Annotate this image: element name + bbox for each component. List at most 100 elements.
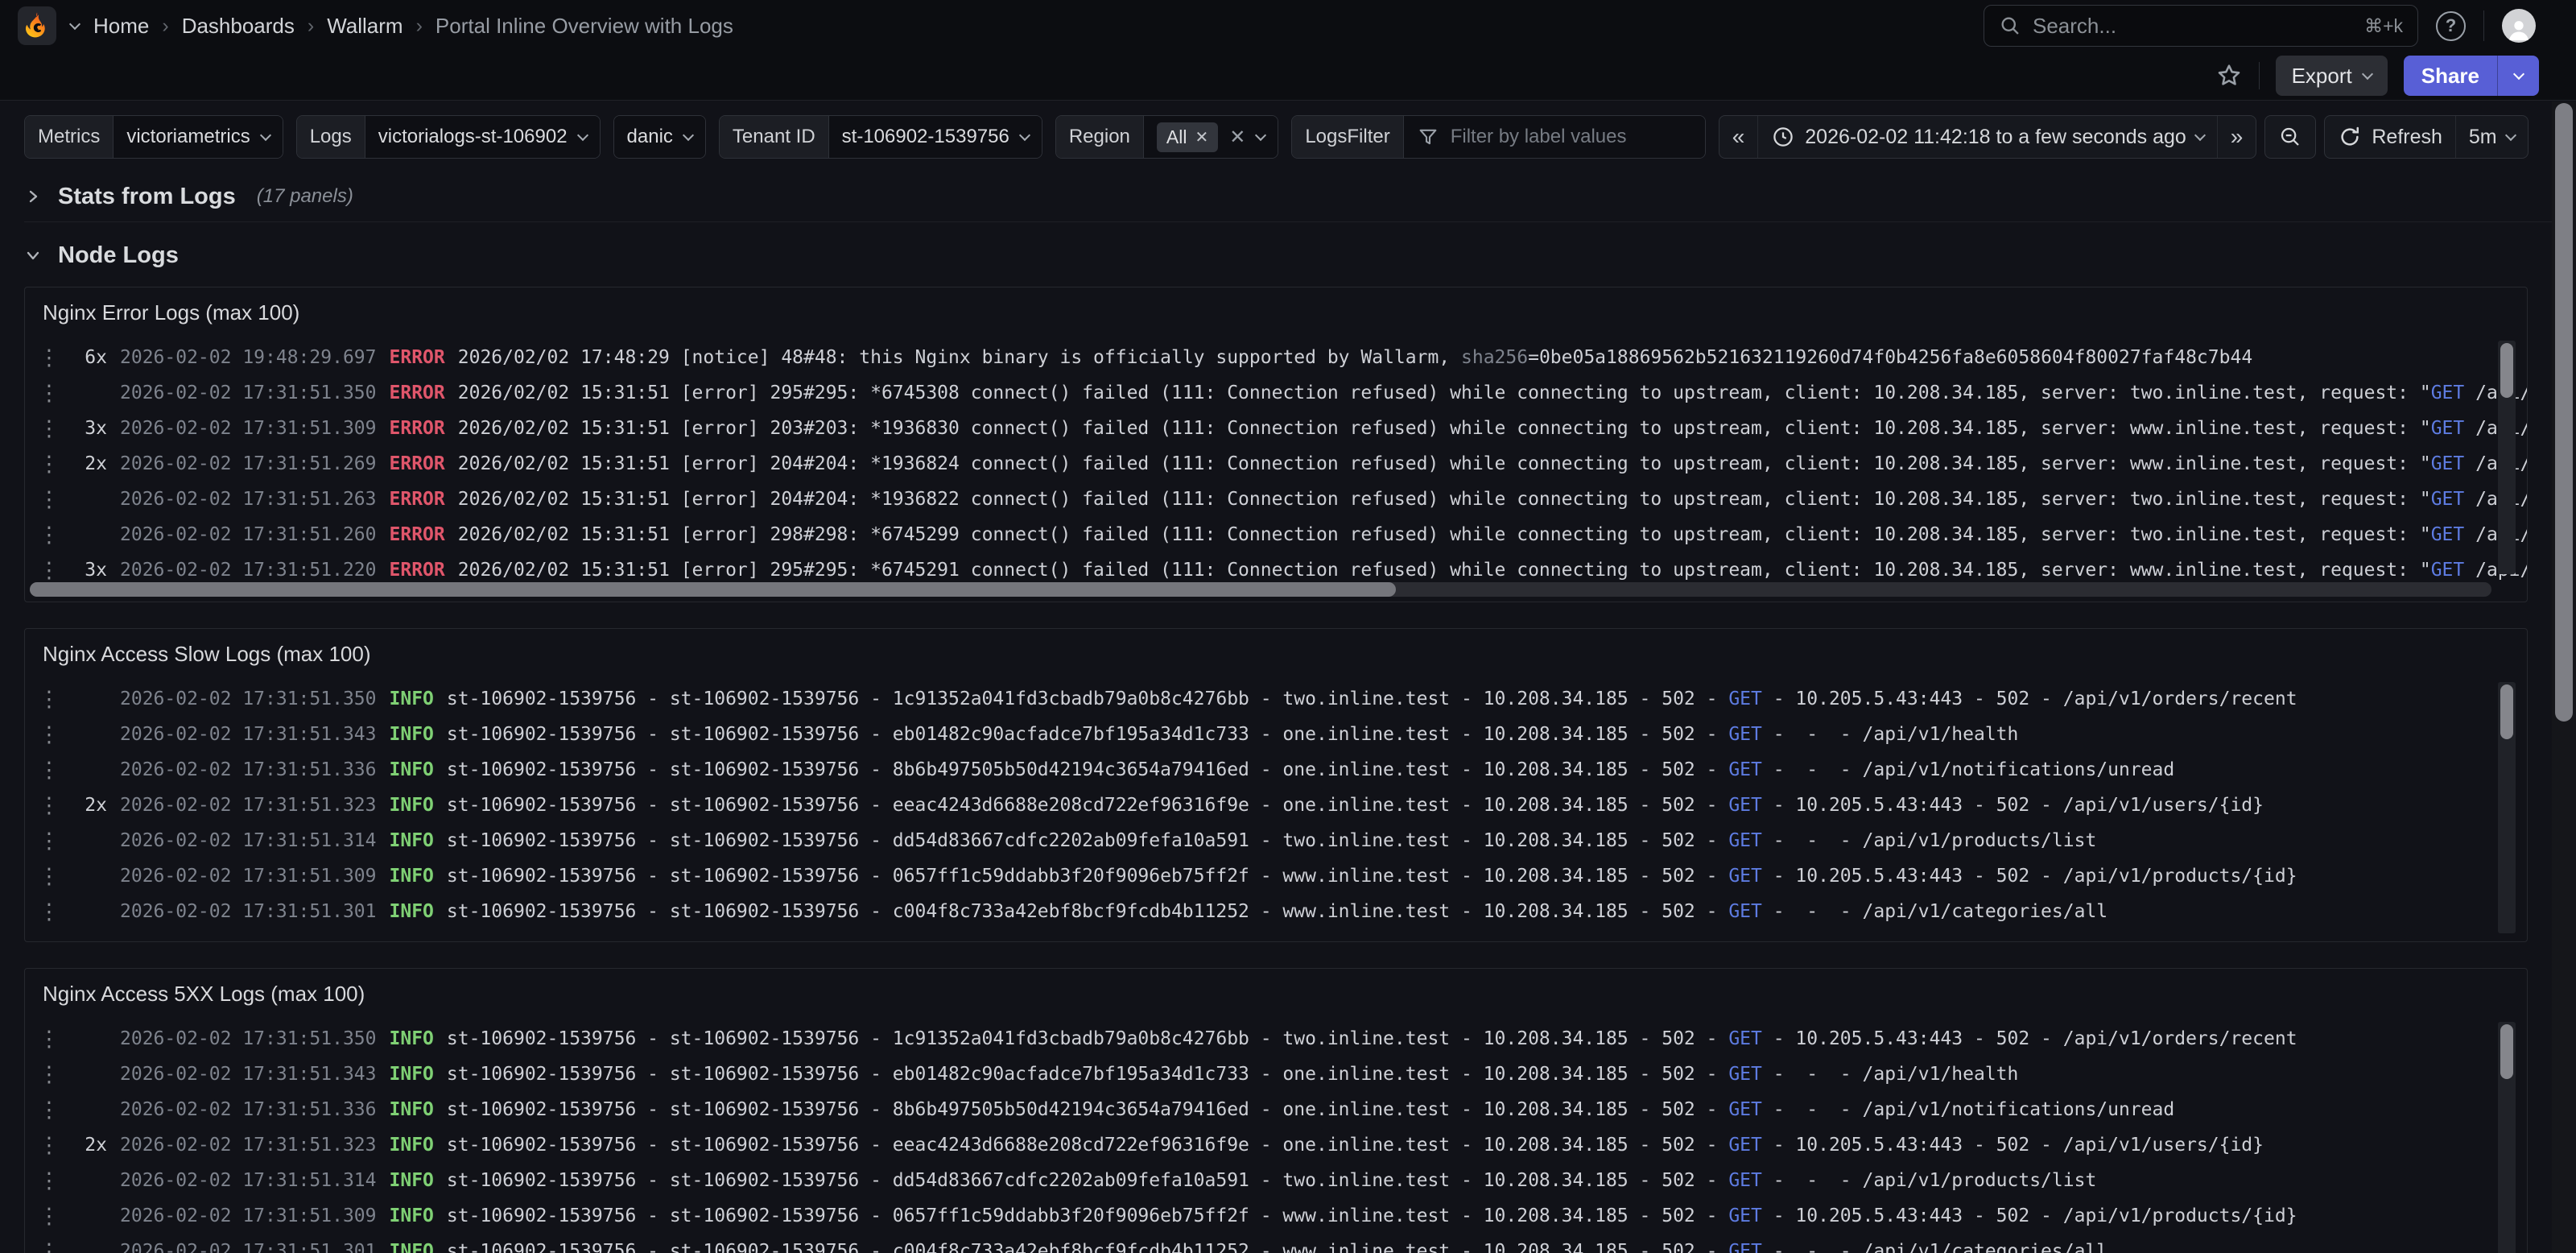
row-menu-kebab-icon[interactable]: ⋮ — [31, 1168, 67, 1193]
breadcrumb-dashboards[interactable]: Dashboards — [182, 14, 295, 39]
share-dropdown-button[interactable] — [2497, 56, 2539, 96]
tenant-id-select[interactable]: st-106902-1539756 — [829, 116, 1042, 158]
row-menu-kebab-icon[interactable]: ⋮ — [31, 381, 67, 406]
grafana-logo-button[interactable] — [18, 6, 56, 45]
row-menu-kebab-icon[interactable]: ⋮ — [31, 687, 67, 712]
row-menu-kebab-icon[interactable]: ⋮ — [31, 1062, 67, 1087]
log-level: INFO — [390, 689, 434, 709]
log-message: st-106902-1539756 - st-106902-1539756 - … — [447, 795, 2527, 816]
row-menu-kebab-icon[interactable]: ⋮ — [31, 558, 67, 583]
time-range-text: 2026-02-02 11:42:18 to a few seconds ago — [1805, 126, 2186, 149]
log-row: ⋮2x2026-02-02 17:31:51.269ERROR2026/02/0… — [31, 446, 2527, 482]
export-label: Export — [2292, 64, 2352, 89]
time-zoom-out-button[interactable] — [2265, 116, 2315, 158]
logo-chevron-down-icon[interactable] — [69, 18, 80, 29]
row-menu-kebab-icon[interactable]: ⋮ — [31, 1239, 67, 1253]
dedup-count: 3x — [67, 418, 120, 439]
breadcrumb-current-dashboard: Portal Inline Overview with Logs — [436, 14, 733, 39]
log-message-segment: 2026/02/02 15:31:51 [error] 204#204: *19… — [458, 489, 2431, 510]
panel-title[interactable]: Nginx Access 5XX Logs (max 100) — [25, 969, 382, 1011]
row-menu-kebab-icon[interactable]: ⋮ — [31, 1204, 67, 1229]
scrollbar-thumb[interactable] — [2500, 343, 2513, 398]
time-shift-back-button[interactable]: « — [1719, 116, 1758, 158]
breadcrumb-home[interactable]: Home — [93, 14, 149, 39]
row-menu-kebab-icon[interactable]: ⋮ — [31, 829, 67, 854]
log-message-segment: - 10.205.5.43:443 - 502 - /api/v1/orders… — [1762, 689, 2297, 709]
row-menu-kebab-icon[interactable]: ⋮ — [31, 1027, 67, 1052]
node-select[interactable]: danic — [614, 116, 705, 158]
refresh-interval-select[interactable]: 5m — [2455, 116, 2528, 158]
log-message: st-106902-1539756 - st-106902-1539756 - … — [447, 1099, 2527, 1120]
row-menu-kebab-icon[interactable]: ⋮ — [31, 793, 67, 818]
log-timestamp: 2026-02-02 17:31:51.301 — [120, 901, 377, 922]
log-message-segment: GET — [1728, 724, 1762, 745]
time-shift-forward-button[interactable]: » — [2217, 116, 2256, 158]
logs-select[interactable]: victorialogs-st-106902 — [365, 116, 600, 158]
row-menu-kebab-icon[interactable]: ⋮ — [31, 1133, 67, 1158]
share-split-button: Share — [2404, 56, 2539, 96]
log-message-segment: 2026/02/02 15:31:51 [error] 203#203: *19… — [458, 418, 2431, 439]
dedup-count: 2x — [67, 1135, 120, 1156]
row-menu-kebab-icon[interactable]: ⋮ — [31, 722, 67, 747]
user-avatar[interactable] — [2502, 9, 2536, 43]
breadcrumb-separator: › — [162, 14, 168, 38]
chevron-down-icon — [576, 129, 588, 140]
row-menu-kebab-icon[interactable]: ⋮ — [31, 758, 67, 783]
page-scrollbar-thumb[interactable] — [2555, 103, 2573, 722]
time-range-picker[interactable]: 2026-02-02 11:42:18 to a few seconds ago — [1757, 116, 2217, 158]
region-chip-all[interactable]: All ✕ — [1157, 122, 1218, 152]
logs-filter-label: LogsFilter — [1292, 116, 1403, 158]
region-clear-icon[interactable]: ✕ — [1229, 126, 1245, 149]
star-icon — [2215, 62, 2243, 89]
node-variable: danic — [613, 115, 706, 159]
favorite-star-button[interactable] — [2215, 62, 2243, 89]
row-node-logs[interactable]: Node Logs — [24, 237, 2552, 274]
log-message: st-106902-1539756 - st-106902-1539756 - … — [447, 866, 2527, 887]
breadcrumb-separator: › — [416, 14, 423, 38]
share-button[interactable]: Share — [2404, 56, 2497, 96]
chevron-down-icon — [683, 129, 694, 140]
log-level: ERROR — [390, 347, 445, 368]
row-menu-kebab-icon[interactable]: ⋮ — [31, 1098, 67, 1123]
panel-title[interactable]: Nginx Access Slow Logs (max 100) — [25, 629, 389, 672]
grafana-flame-icon — [23, 11, 52, 40]
row-menu-kebab-icon[interactable]: ⋮ — [31, 864, 67, 889]
scrollbar-thumb[interactable] — [2500, 684, 2513, 739]
log-message-segment: st-106902-1539756 - st-106902-1539756 - … — [447, 795, 1728, 816]
tenant-id-label: Tenant ID — [720, 116, 829, 158]
log-timestamp: 2026-02-02 17:31:51.343 — [120, 1064, 377, 1085]
refresh-button[interactable]: Refresh — [2325, 116, 2455, 158]
log-row: ⋮2026-02-02 17:31:51.301INFOst-106902-15… — [31, 894, 2527, 929]
log-row: ⋮2026-02-02 17:31:51.301INFOst-106902-15… — [31, 1234, 2527, 1253]
row-menu-kebab-icon[interactable]: ⋮ — [31, 523, 67, 548]
region-select[interactable]: All ✕ ✕ — [1144, 116, 1278, 158]
log-level: INFO — [390, 1028, 434, 1049]
log-message-segment: /api/ — [2464, 524, 2527, 545]
log-message-segment: 2026/02/02 15:31:51 [error] 204#204: *19… — [458, 453, 2431, 474]
breadcrumb-wallarm[interactable]: Wallarm — [327, 14, 402, 39]
row-stats-from-logs[interactable]: Stats from Logs (17 panels) — [24, 178, 2552, 215]
log-message: st-106902-1539756 - st-106902-1539756 - … — [447, 724, 2527, 745]
row-menu-kebab-icon[interactable]: ⋮ — [31, 416, 67, 441]
help-icon[interactable]: ? — [2436, 11, 2466, 41]
region-label: Region — [1056, 116, 1144, 158]
row-menu-kebab-icon[interactable]: ⋮ — [31, 345, 67, 370]
scrollbar-thumb[interactable] — [30, 582, 1396, 597]
log-message-segment: - 10.205.5.43:443 - 502 - /api/v1/orders… — [1762, 1028, 2297, 1049]
metrics-select[interactable]: victoriametrics — [114, 116, 282, 158]
log-message-segment: GET — [1728, 1064, 1762, 1085]
row-menu-kebab-icon[interactable]: ⋮ — [31, 487, 67, 512]
scrollbar-thumb[interactable] — [2500, 1024, 2513, 1079]
row-menu-kebab-icon[interactable]: ⋮ — [31, 452, 67, 477]
export-button[interactable]: Export — [2276, 56, 2388, 96]
logs-label: Logs — [297, 116, 365, 158]
search-input[interactable]: Search... ⌘+k — [1984, 5, 2418, 47]
panel-title[interactable]: Nginx Error Logs (max 100) — [25, 287, 317, 330]
metrics-value: victoriametrics — [126, 126, 250, 148]
logs-filter-input[interactable] — [1451, 126, 1692, 148]
log-message-segment: 2026/02/02 15:31:51 [error] 295#295: *67… — [458, 560, 2431, 581]
log-row: ⋮2026-02-02 17:31:51.314INFOst-106902-15… — [31, 1163, 2527, 1198]
chip-remove-icon[interactable]: ✕ — [1195, 127, 1208, 147]
row-menu-kebab-icon[interactable]: ⋮ — [31, 899, 67, 924]
double-chevron-right-icon: » — [2231, 124, 2244, 150]
